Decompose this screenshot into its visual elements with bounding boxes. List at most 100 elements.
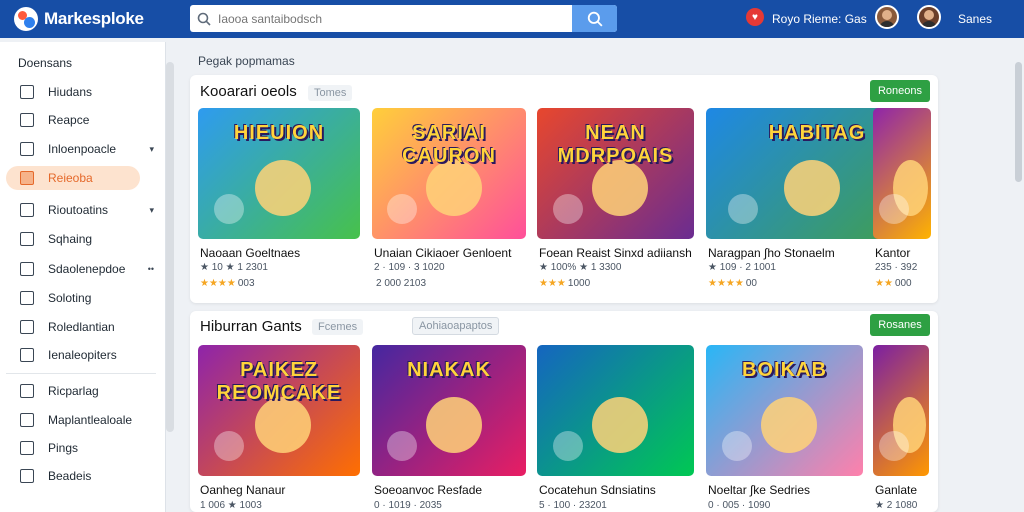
sidebar-item[interactable]: Rioutoatins ▾ bbox=[6, 198, 158, 222]
chevron-down-icon[interactable]: ▾ bbox=[149, 144, 154, 155]
user-name[interactable]: Royo Rieme: Gas bbox=[772, 12, 867, 26]
game-thumbnail[interactable]: SARIAI CAURON bbox=[372, 108, 526, 239]
sidebar-item-label: Inloenpoacle bbox=[48, 142, 117, 156]
game-stats: ★ 2 1080 bbox=[875, 500, 918, 511]
sidebar-item-label: Reieoba bbox=[48, 171, 93, 185]
character-illustration bbox=[254, 160, 311, 216]
decoration-shape bbox=[721, 431, 752, 461]
main-scrollbar[interactable] bbox=[1015, 62, 1022, 182]
game-logo-text: NEAN MDRPOAIS bbox=[557, 122, 674, 167]
tag-icon bbox=[20, 384, 34, 398]
star-icon: ★★★★ bbox=[200, 278, 236, 289]
decoration-shape bbox=[214, 431, 245, 461]
game-card[interactable]: HIEUION Naoaan Goeltnaes ★ 10 ★ 1 2301 ★★★★… bbox=[198, 108, 360, 289]
search-button[interactable] bbox=[572, 5, 617, 32]
sidebar-scrollbar[interactable] bbox=[166, 62, 174, 432]
game-title[interactable]: Cocatehun Sdnsiatins bbox=[539, 483, 656, 497]
search-icon bbox=[190, 12, 218, 26]
game-card[interactable]: SARIAI CAURON Unaian Cikiaoer Genloent 2 ·… bbox=[372, 108, 526, 289]
sidebar-item-label: Sqhaing bbox=[48, 232, 93, 246]
section-filter-chip[interactable]: Aohiaoapaptos bbox=[412, 317, 500, 335]
avatar-secondary[interactable] bbox=[917, 5, 941, 29]
game-thumbnail[interactable] bbox=[873, 345, 929, 476]
game-card[interactable]: Kantor 235 · 392 ★★ 000 bbox=[873, 108, 931, 289]
sidebar-item-label: Beadeis bbox=[48, 469, 92, 483]
games-link[interactable]: Sanes bbox=[958, 12, 992, 26]
notification-icon[interactable]: ♥ bbox=[746, 8, 764, 26]
rating-count: 00 bbox=[745, 278, 757, 289]
character-illustration bbox=[254, 397, 311, 453]
chart-icon bbox=[20, 203, 34, 217]
rating-stars: 2 000 2103 bbox=[374, 278, 426, 289]
game-card[interactable]: PAIKEZ REOMCAKE Oanheg Nanaur 1 006 ★ 1003 bbox=[198, 345, 360, 511]
decoration-shape bbox=[878, 431, 909, 461]
sidebar-item[interactable]: Maplantlealoale bbox=[6, 408, 158, 432]
chevron-down-icon[interactable]: •• bbox=[148, 264, 154, 274]
sidebar-item[interactable]: Ienaleopiters bbox=[6, 343, 158, 367]
section-title: Kooarari oeols bbox=[200, 83, 297, 100]
decoration-shape bbox=[214, 194, 245, 224]
character-illustration bbox=[783, 160, 840, 216]
sidebar-item[interactable]: Sdaolenepdoe •• bbox=[6, 257, 158, 281]
game-title[interactable]: Soeoanvoc Resfade bbox=[374, 483, 482, 497]
game-thumbnail[interactable]: NEAN MDRPOAIS bbox=[537, 108, 694, 239]
section-more-button[interactable]: Roneons bbox=[870, 80, 930, 102]
section-more-button[interactable]: Rosanes bbox=[870, 314, 930, 336]
document-icon bbox=[20, 348, 34, 362]
sidebar-item[interactable]: Sqhaing bbox=[6, 227, 158, 251]
sidebar-item[interactable]: Ricparlag bbox=[6, 379, 158, 403]
sidebar-item[interactable]: Reapce bbox=[6, 108, 158, 132]
sidebar-item[interactable]: Reieoba bbox=[6, 166, 140, 190]
game-card[interactable]: Cocatehun Sdnsiatins 5 · 100 · 23201 bbox=[537, 345, 694, 511]
chevron-down-icon[interactable]: ▾ bbox=[149, 205, 154, 216]
game-thumbnail[interactable]: PAIKEZ REOMCAKE bbox=[198, 345, 360, 476]
game-thumbnail[interactable]: NIAKAK bbox=[372, 345, 526, 476]
game-card[interactable]: BOIKAB Noeltar ∫ke Sedries 0 · 005 · 1090 bbox=[706, 345, 863, 511]
sidebar-item[interactable]: Hiudans bbox=[6, 80, 158, 104]
app-name: Markesploke bbox=[44, 9, 144, 28]
character-illustration bbox=[760, 397, 817, 453]
decoration-shape bbox=[552, 194, 583, 224]
sidebar-item[interactable]: Roledlantian bbox=[6, 315, 158, 339]
sidebar-item[interactable]: Beadeis bbox=[6, 464, 158, 488]
grid-icon bbox=[20, 171, 34, 185]
sidebar-item[interactable]: Soloting bbox=[6, 286, 158, 310]
game-title[interactable]: Naragpan ∫ho Stonaelm bbox=[708, 246, 835, 260]
character-illustration bbox=[591, 397, 648, 453]
sidebar-item[interactable]: Inloenpoacle ▾ bbox=[6, 137, 158, 161]
game-title[interactable]: Oanheg Nanaur bbox=[200, 483, 285, 497]
rating-stars: ★★★★ 003 bbox=[200, 278, 255, 289]
game-logo-text: PAIKEZ REOMCAKE bbox=[216, 359, 342, 404]
game-logo-text: SARIAI CAURON bbox=[402, 122, 496, 167]
game-thumbnail[interactable] bbox=[873, 108, 931, 239]
sidebar-item-label: Maplantlealoale bbox=[48, 413, 133, 427]
decoration-shape bbox=[878, 194, 909, 224]
app-logo[interactable]: Markesploke bbox=[14, 7, 144, 31]
game-title[interactable]: Unaian Cikiaoer Genloent bbox=[374, 246, 511, 260]
game-thumbnail[interactable]: HIEUION bbox=[198, 108, 360, 239]
game-card[interactable]: Ganlate ★ 2 1080 bbox=[873, 345, 929, 511]
game-title[interactable]: Ganlate bbox=[875, 483, 917, 497]
avatar[interactable] bbox=[875, 5, 899, 29]
sidebar-item-label: Soloting bbox=[48, 291, 92, 305]
game-title[interactable]: Naoaan Goeltnaes bbox=[200, 246, 300, 260]
game-stats: 0 · 005 · 1090 bbox=[708, 500, 771, 511]
game-thumbnail[interactable] bbox=[537, 345, 694, 476]
game-logo-text: BOIKAB bbox=[742, 359, 827, 381]
game-card[interactable]: NIAKAK Soeoanvoc Resfade 0 · 1019 · 2035 bbox=[372, 345, 526, 511]
game-title[interactable]: Foean Reaist Sinxd adiiansh bbox=[539, 246, 692, 260]
search-input[interactable] bbox=[218, 5, 572, 32]
game-thumbnail[interactable]: BOIKAB bbox=[706, 345, 863, 476]
sidebar-item-label: Ienaleopiters bbox=[48, 348, 117, 362]
sidebar-item[interactable]: Pings bbox=[6, 436, 158, 460]
list-icon bbox=[20, 113, 34, 127]
folder-icon bbox=[20, 142, 34, 156]
sidebar-item-label: Pings bbox=[48, 441, 79, 455]
game-title[interactable]: Noeltar ∫ke Sedries bbox=[708, 483, 810, 497]
map-icon bbox=[20, 413, 34, 427]
breadcrumb: Pegak popmamas bbox=[198, 54, 295, 68]
game-card[interactable]: NEAN MDRPOAIS Foean Reaist Sinxd adiiansh… bbox=[537, 108, 694, 289]
character-illustration bbox=[425, 160, 482, 216]
game-title[interactable]: Kantor bbox=[875, 246, 910, 260]
game-stats: 5 · 100 · 23201 bbox=[539, 500, 607, 511]
